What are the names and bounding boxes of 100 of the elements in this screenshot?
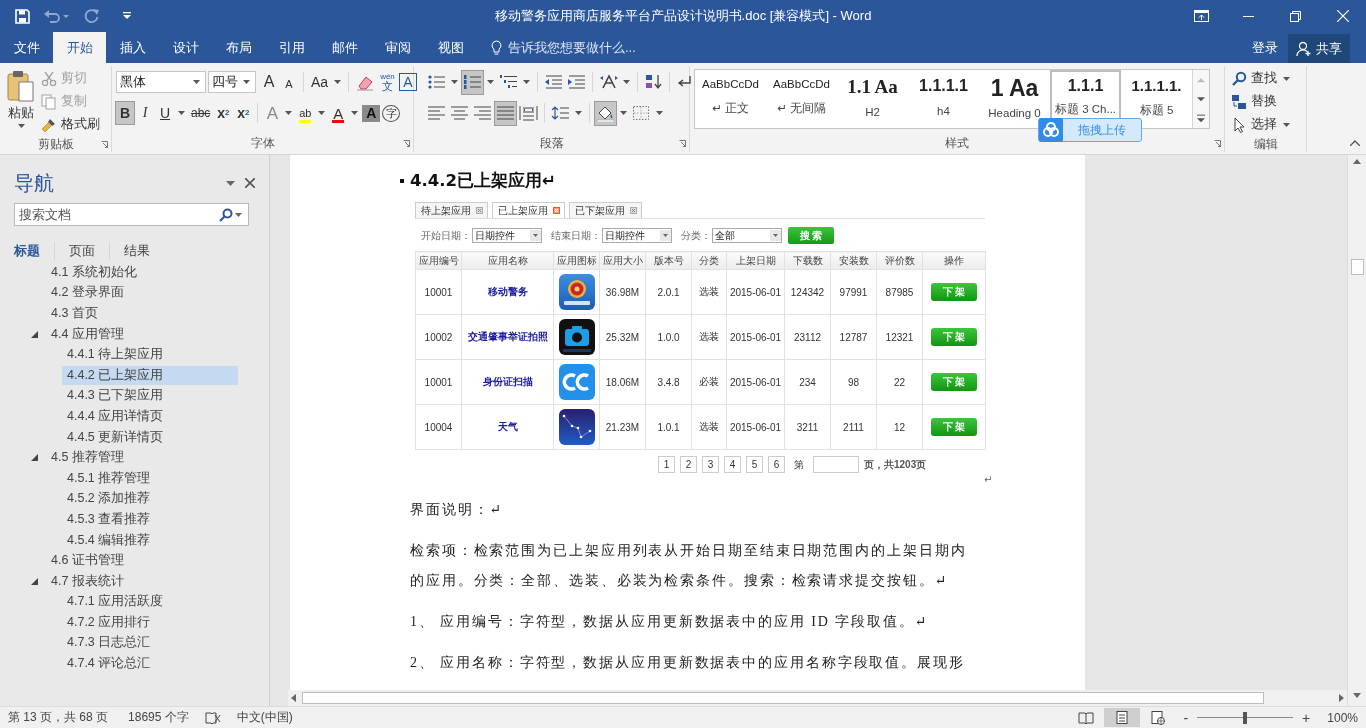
nav-heading-item[interactable]: 4.4.1 待上架应用	[62, 345, 238, 365]
nav-heading-item[interactable]: 4.5.2 添加推荐	[62, 489, 238, 509]
collapse-triangle-icon[interactable]	[31, 577, 38, 585]
tell-me-field[interactable]: 告诉我您想要做什么...	[491, 32, 636, 63]
zoom-level[interactable]: 100%	[1327, 710, 1358, 725]
caret-icon[interactable]	[235, 212, 242, 217]
caret-icon[interactable]	[1283, 122, 1290, 127]
nav-heading-item[interactable]: 4.4.5 更新详情页	[62, 427, 238, 447]
nav-heading-item[interactable]: 4.4.3 已下架应用	[62, 386, 238, 406]
caret-icon[interactable]	[623, 80, 630, 84]
tab-close-icon[interactable]	[630, 207, 637, 214]
ribbon-tab[interactable]: 审阅	[371, 32, 424, 63]
scroll-thumb[interactable]	[1350, 259, 1364, 275]
caret-icon[interactable]	[620, 111, 627, 115]
dialog-launcher-icon[interactable]	[403, 139, 410, 147]
tab-close-icon[interactable]	[476, 207, 483, 214]
painter-button[interactable]: 格式刷	[41, 113, 100, 136]
sign-in-link[interactable]: 登录	[1242, 32, 1288, 63]
nav-heading-item[interactable]: 4.5 推荐管理	[46, 448, 238, 468]
caret-icon[interactable]	[575, 111, 582, 115]
caret-icon[interactable]	[487, 80, 494, 84]
close-icon[interactable]	[245, 178, 255, 188]
style-item[interactable]: 1.1 Aa H2	[837, 70, 908, 128]
caret-icon[interactable]	[451, 80, 458, 84]
nav-heading-item[interactable]: 4.7.1 应用活跃度	[62, 592, 238, 612]
app-name-link[interactable]: 移动警务	[461, 269, 554, 315]
search-box[interactable]: 搜索文档	[14, 203, 249, 226]
select-button[interactable]: 选择	[1231, 113, 1277, 136]
nav-heading-item[interactable]: 4.5.4 编辑推荐	[62, 530, 238, 550]
underline-button[interactable]: U	[156, 102, 174, 124]
proofing-icon[interactable]	[204, 710, 221, 725]
page-number-button[interactable]: 6	[768, 456, 785, 473]
restore-icon[interactable]	[1290, 10, 1301, 22]
ribbon-tab[interactable]: 开始	[53, 32, 106, 63]
dialog-launcher-icon[interactable]	[101, 141, 108, 148]
caret-icon[interactable]	[178, 111, 185, 115]
caret-icon[interactable]	[17, 124, 25, 128]
font-color-button[interactable]: A	[329, 102, 348, 124]
options-caret-icon[interactable]	[226, 180, 235, 186]
font-name-field[interactable]: 黑体	[116, 71, 206, 93]
grow-font-button[interactable]: A	[260, 71, 278, 93]
caret-icon[interactable]	[1283, 76, 1290, 81]
style-item[interactable]: 1.1.1.1 h4	[908, 70, 979, 128]
nav-heading-item[interactable]: 4.3 首页	[46, 304, 238, 323]
replace-button[interactable]: 替换	[1231, 90, 1277, 113]
redo-icon[interactable]	[84, 8, 100, 24]
paste-button[interactable]: 粘贴	[4, 66, 38, 136]
character-border-button[interactable]: A	[398, 73, 417, 91]
collapse-triangle-icon[interactable]	[31, 330, 38, 338]
screenshot-tab[interactable]: 已下架应用	[569, 202, 642, 218]
superscript-button[interactable]: x$^{2}$	[234, 102, 253, 124]
word-count[interactable]: 18695 个字	[128, 709, 189, 726]
zoom-in-button[interactable]: +	[1299, 709, 1314, 726]
caret-icon[interactable]	[351, 111, 359, 115]
paint-bucket-icon[interactable]	[595, 101, 616, 125]
nav-heading-item[interactable]: 4.7.2 应用排行	[62, 612, 238, 632]
strikethrough-button[interactable]: abc	[189, 102, 213, 124]
nav-heading-item[interactable]: 4.5.1 推荐管理	[62, 468, 238, 488]
nav-heading-item[interactable]: 4.7.3 日志总汇	[62, 633, 238, 653]
collapse-ribbon-icon[interactable]	[1350, 140, 1360, 146]
numbering-icon[interactable]	[462, 70, 483, 94]
nav-heading-item[interactable]: 4.4.2 已上架应用	[62, 365, 238, 385]
nav-heading-item[interactable]: 4.5.3 查看推荐	[62, 509, 238, 529]
share-button[interactable]: 共享	[1288, 34, 1350, 63]
change-case-button[interactable]: Aa	[309, 71, 331, 93]
nav-heading-item[interactable]: 4.6 证书管理	[46, 551, 238, 571]
zoom-out-button[interactable]: -	[1180, 709, 1192, 726]
nav-heading-item[interactable]: 4.1 系统初始化	[46, 262, 238, 282]
page-icon[interactable]	[1104, 708, 1141, 727]
italic-button[interactable]: I	[136, 102, 154, 124]
caret-icon[interactable]	[334, 80, 342, 84]
find-button[interactable]: 查找	[1231, 67, 1277, 90]
ribbon-tab[interactable]: 布局	[212, 32, 265, 63]
nav-heading-item[interactable]: 4.2 登录界面	[46, 283, 238, 303]
highlight-button[interactable]: ab	[296, 102, 315, 124]
nav-heading-item[interactable]: 4.7 报表统计	[46, 571, 238, 591]
save-icon[interactable]	[15, 8, 30, 24]
ribbon-tab[interactable]: 插入	[106, 32, 159, 63]
pane-tab[interactable]: 结果	[110, 242, 164, 260]
font-size-field[interactable]: 四号	[208, 71, 256, 93]
caret-icon[interactable]	[318, 111, 326, 115]
screenshot-tab[interactable]: 待上架应用	[415, 202, 488, 218]
shrink-font-button[interactable]: A	[280, 71, 298, 93]
pane-tab[interactable]: 页面	[55, 242, 110, 260]
page-number-button[interactable]: 2	[680, 456, 697, 473]
app-name-link[interactable]: 身份证扫描	[461, 359, 554, 405]
filter-select[interactable]: 日期控件	[472, 228, 542, 243]
nav-heading-item[interactable]: 4.7.4 评论总汇	[62, 654, 238, 674]
ribbon-display-icon[interactable]	[1194, 10, 1209, 22]
bold-button[interactable]: B	[116, 102, 134, 124]
ribbon-tab[interactable]: 引用	[265, 32, 318, 63]
page-number-button[interactable]: 3	[702, 456, 719, 473]
ribbon-tab[interactable]: 设计	[159, 32, 212, 63]
ribbon-tab[interactable]: 视图	[424, 32, 477, 63]
app-name-link[interactable]: 交通肇事举证拍照	[461, 314, 554, 360]
page-number-button[interactable]: 1	[658, 456, 675, 473]
ribbon-tab[interactable]: 文件	[0, 32, 53, 63]
collapse-triangle-icon[interactable]	[31, 454, 38, 462]
pane-tab[interactable]: 标题	[14, 242, 55, 260]
app-name-link[interactable]: 天气	[461, 404, 554, 450]
